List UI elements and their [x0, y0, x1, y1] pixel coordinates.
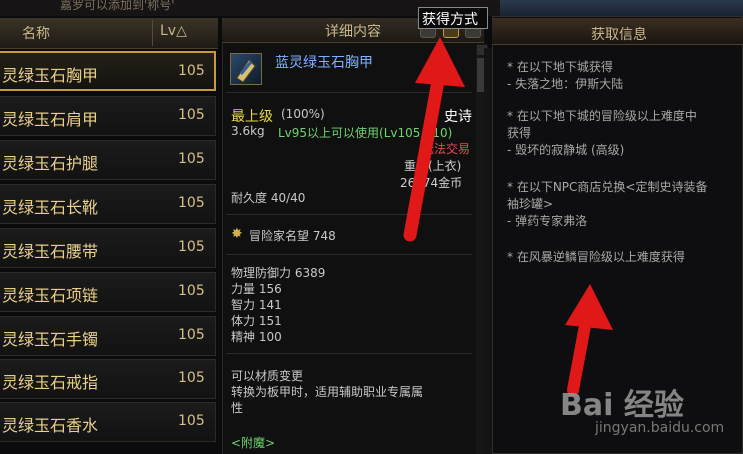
fame-icon: ✸	[231, 226, 243, 242]
item-stat: 精神 100	[231, 330, 282, 344]
item-fame: 冒险家名望 748	[249, 229, 336, 243]
list-item[interactable]: 灵绿玉石腰带 105	[0, 228, 216, 268]
column-divider	[152, 20, 153, 46]
acquire-line: * 在以下NPC商店兑换<定制史诗装备	[507, 180, 708, 194]
item-weight: 3.6kg	[231, 124, 265, 138]
material-change-text: 可以材质变更	[231, 369, 304, 383]
acquire-line: - 毁坏的寂静城 (高级)	[507, 143, 625, 157]
column-header-name[interactable]: 名称	[22, 23, 50, 43]
list-item-name: 灵绿玉石香水	[2, 416, 99, 435]
item-grade-percent: (100%)	[281, 107, 325, 121]
list-item-level: 105	[178, 107, 205, 123]
divider	[226, 353, 472, 354]
detail-title: 详细内容	[325, 24, 381, 40]
list-item-level: 105	[178, 239, 205, 255]
item-stat: 体力 151	[231, 314, 282, 328]
acquire-line: * 在以下地下城的冒险级以上难度中	[507, 109, 697, 123]
list-item-level: 105	[178, 195, 205, 211]
list-item[interactable]: 灵绿玉石手镯 105	[0, 316, 216, 356]
list-item-name: 灵绿玉石戒指	[2, 373, 99, 392]
list-item-level: 105	[178, 283, 205, 299]
enchant-label: <附魔>	[231, 436, 276, 450]
list-item-level: 105	[178, 151, 205, 167]
list-item[interactable]: 灵绿玉石胸甲 105	[0, 51, 216, 91]
item-stat: 力量 156	[231, 282, 282, 296]
item-stat: 物理防御力 6389	[231, 266, 326, 280]
list-item-name: 灵绿玉石项链	[2, 286, 99, 305]
item-grade: 最上级	[231, 109, 273, 125]
column-header-lv[interactable]: Lv△	[160, 23, 187, 39]
list-item-name: 灵绿玉石手镯	[2, 330, 99, 349]
acquire-line: 袖珍罐>	[507, 197, 554, 211]
top-strip-right	[500, 0, 743, 16]
list-item-level: 105	[178, 413, 205, 429]
red-arrow-up-left	[403, 37, 465, 242]
acquire-line: - 弹药专家弗洛	[507, 214, 588, 228]
item-icon	[230, 53, 262, 85]
list-item-level: 105	[178, 327, 205, 343]
list-item-level: 105	[178, 370, 205, 386]
top-strip-text: 嘉罗可以添加到'称号'	[60, 0, 175, 12]
list-item[interactable]: 灵绿玉石护腿 105	[0, 140, 216, 180]
list-item[interactable]: 灵绿玉石香水 105	[0, 402, 216, 442]
list-item-name: 灵绿玉石长靴	[2, 198, 99, 217]
watermark-logo: Bai 经验	[560, 388, 684, 423]
list-item[interactable]: 灵绿玉石戒指 105	[0, 359, 216, 399]
acquire-line: * 在以下地下城获得	[507, 60, 613, 74]
material-change-text: 性	[231, 401, 244, 415]
watermark-url: jingyan.baidu.com	[595, 420, 725, 436]
acquire-title: 获取信息	[591, 27, 647, 43]
acquire-line: 获得	[507, 126, 532, 140]
item-stat: 智力 141	[231, 298, 282, 312]
list-item[interactable]: 灵绿玉石长靴 105	[0, 184, 216, 224]
list-item[interactable]: 灵绿玉石肩甲 105	[0, 96, 216, 136]
list-item-name: 灵绿玉石腰带	[2, 242, 99, 261]
list-item-level: 105	[178, 63, 205, 79]
acquire-line: - 失落之地：伊斯大陆	[507, 77, 624, 91]
list-item-name: 灵绿玉石胸甲	[2, 66, 99, 85]
material-change-text: 转换为板甲时，适用辅助职业专属属	[231, 385, 424, 399]
item-durability: 耐久度 40/40	[231, 191, 306, 205]
item-name: 蓝灵绿玉石胸甲	[275, 55, 373, 71]
list-item-name: 灵绿玉石护腿	[2, 154, 99, 173]
list-item[interactable]: 灵绿玉石项链 105	[0, 272, 216, 312]
acquire-line: * 在风暴逆鳞冒险级以上难度获得	[507, 250, 685, 264]
divider	[226, 254, 472, 255]
list-item-name: 灵绿玉石肩甲	[2, 110, 99, 129]
